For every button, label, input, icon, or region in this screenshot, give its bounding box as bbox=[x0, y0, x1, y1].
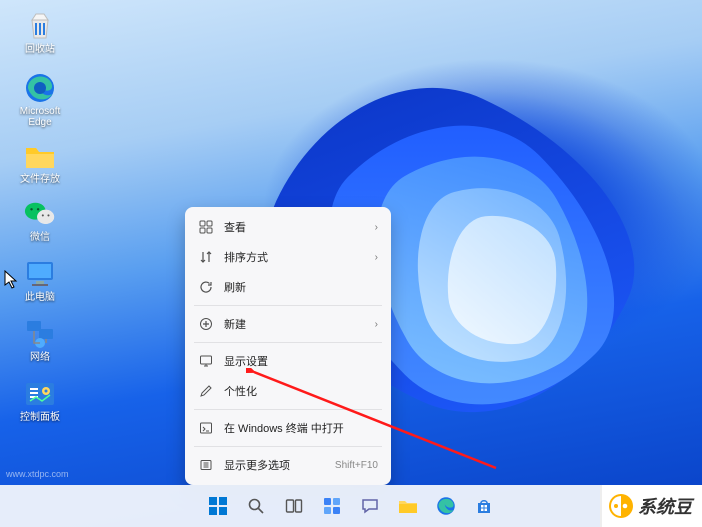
search-icon bbox=[247, 497, 265, 515]
folder-icon bbox=[24, 140, 56, 172]
menu-separator bbox=[194, 446, 382, 447]
desktop-icon-label: 文件存放 bbox=[10, 174, 70, 185]
brand-logo-icon bbox=[608, 493, 634, 519]
menu-item-display-settings[interactable]: 显示设置 bbox=[188, 346, 388, 376]
menu-item-sort[interactable]: 排序方式 › bbox=[188, 242, 388, 272]
this-pc-icon bbox=[24, 258, 56, 290]
menu-label: 显示更多选项 bbox=[224, 457, 335, 473]
desktop-icon-label: 控制面板 bbox=[10, 412, 70, 423]
taskbar-edge[interactable] bbox=[431, 491, 461, 521]
desktop-icon-recycle-bin[interactable]: 回收站 bbox=[10, 10, 70, 55]
display-settings-icon bbox=[198, 353, 214, 369]
desktop-icon-wechat[interactable]: 微信 bbox=[10, 198, 70, 243]
recycle-bin-icon bbox=[24, 10, 56, 42]
desktop-icon-label: Microsoft Edge bbox=[10, 106, 70, 128]
new-icon bbox=[198, 316, 214, 332]
taskbar-widgets[interactable] bbox=[317, 491, 347, 521]
network-icon bbox=[24, 318, 56, 350]
edge-icon bbox=[24, 72, 56, 104]
refresh-icon bbox=[198, 279, 214, 295]
chevron-right-icon: › bbox=[375, 319, 378, 330]
menu-separator bbox=[194, 409, 382, 410]
brand-text: 系统豆 bbox=[638, 493, 692, 519]
terminal-icon bbox=[198, 420, 214, 436]
taskbar-task-view[interactable] bbox=[279, 491, 309, 521]
edge-icon bbox=[436, 496, 456, 516]
desktop-icon-label: 微信 bbox=[10, 232, 70, 243]
menu-item-refresh[interactable]: 刷新 bbox=[188, 272, 388, 302]
store-icon bbox=[475, 497, 493, 515]
personalize-icon bbox=[198, 383, 214, 399]
menu-label: 显示设置 bbox=[224, 353, 378, 369]
sort-icon bbox=[198, 249, 214, 265]
desktop-icon-label: 网络 bbox=[10, 352, 70, 363]
desktop-icon-network[interactable]: 网络 bbox=[10, 318, 70, 363]
menu-label: 排序方式 bbox=[224, 249, 378, 265]
cursor-icon bbox=[4, 270, 20, 290]
menu-shortcut: Shift+F10 bbox=[335, 460, 378, 471]
file-explorer-icon bbox=[398, 497, 418, 515]
menu-label: 在 Windows 终端 中打开 bbox=[224, 420, 378, 436]
menu-item-more-options[interactable]: 显示更多选项 Shift+F10 bbox=[188, 450, 388, 480]
menu-separator bbox=[194, 305, 382, 306]
start-button[interactable] bbox=[203, 491, 233, 521]
desktop-icon-edge[interactable]: Microsoft Edge bbox=[10, 72, 70, 128]
menu-item-new[interactable]: 新建 › bbox=[188, 309, 388, 339]
windows-icon bbox=[208, 496, 228, 516]
taskbar-search[interactable] bbox=[241, 491, 271, 521]
desktop-context-menu: 查看 › 排序方式 › 刷新 新建 › 显示设置 个性化 bbox=[185, 207, 391, 485]
menu-item-personalize[interactable]: 个性化 bbox=[188, 376, 388, 406]
taskbar-store[interactable] bbox=[469, 491, 499, 521]
taskbar bbox=[0, 485, 702, 527]
chevron-right-icon: › bbox=[375, 252, 378, 263]
desktop-icon-label: 此电脑 bbox=[10, 292, 70, 303]
menu-item-open-terminal[interactable]: 在 Windows 终端 中打开 bbox=[188, 413, 388, 443]
menu-label: 新建 bbox=[224, 316, 378, 332]
menu-label: 个性化 bbox=[224, 383, 378, 399]
menu-label: 刷新 bbox=[224, 279, 378, 295]
more-options-icon bbox=[198, 457, 214, 473]
taskbar-chat[interactable] bbox=[355, 491, 385, 521]
control-panel-icon bbox=[24, 378, 56, 410]
menu-label: 查看 bbox=[224, 219, 378, 235]
menu-item-view[interactable]: 查看 › bbox=[188, 212, 388, 242]
view-icon bbox=[198, 219, 214, 235]
desktop[interactable]: 回收站 Microsoft Edge 文件存放 微信 此电脑 网络 bbox=[0, 0, 702, 527]
widgets-icon bbox=[323, 497, 341, 515]
chat-icon bbox=[361, 497, 379, 515]
desktop-icon-label: 回收站 bbox=[10, 44, 70, 55]
desktop-icon-control-panel[interactable]: 控制面板 bbox=[10, 378, 70, 423]
wechat-icon bbox=[24, 198, 56, 230]
watermark-brand: 系统豆 bbox=[600, 485, 702, 527]
task-view-icon bbox=[285, 497, 303, 515]
watermark-url: www.xtdpc.com bbox=[6, 469, 69, 479]
menu-separator bbox=[194, 342, 382, 343]
chevron-right-icon: › bbox=[375, 222, 378, 233]
desktop-icon-folder[interactable]: 文件存放 bbox=[10, 140, 70, 185]
taskbar-explorer[interactable] bbox=[393, 491, 423, 521]
